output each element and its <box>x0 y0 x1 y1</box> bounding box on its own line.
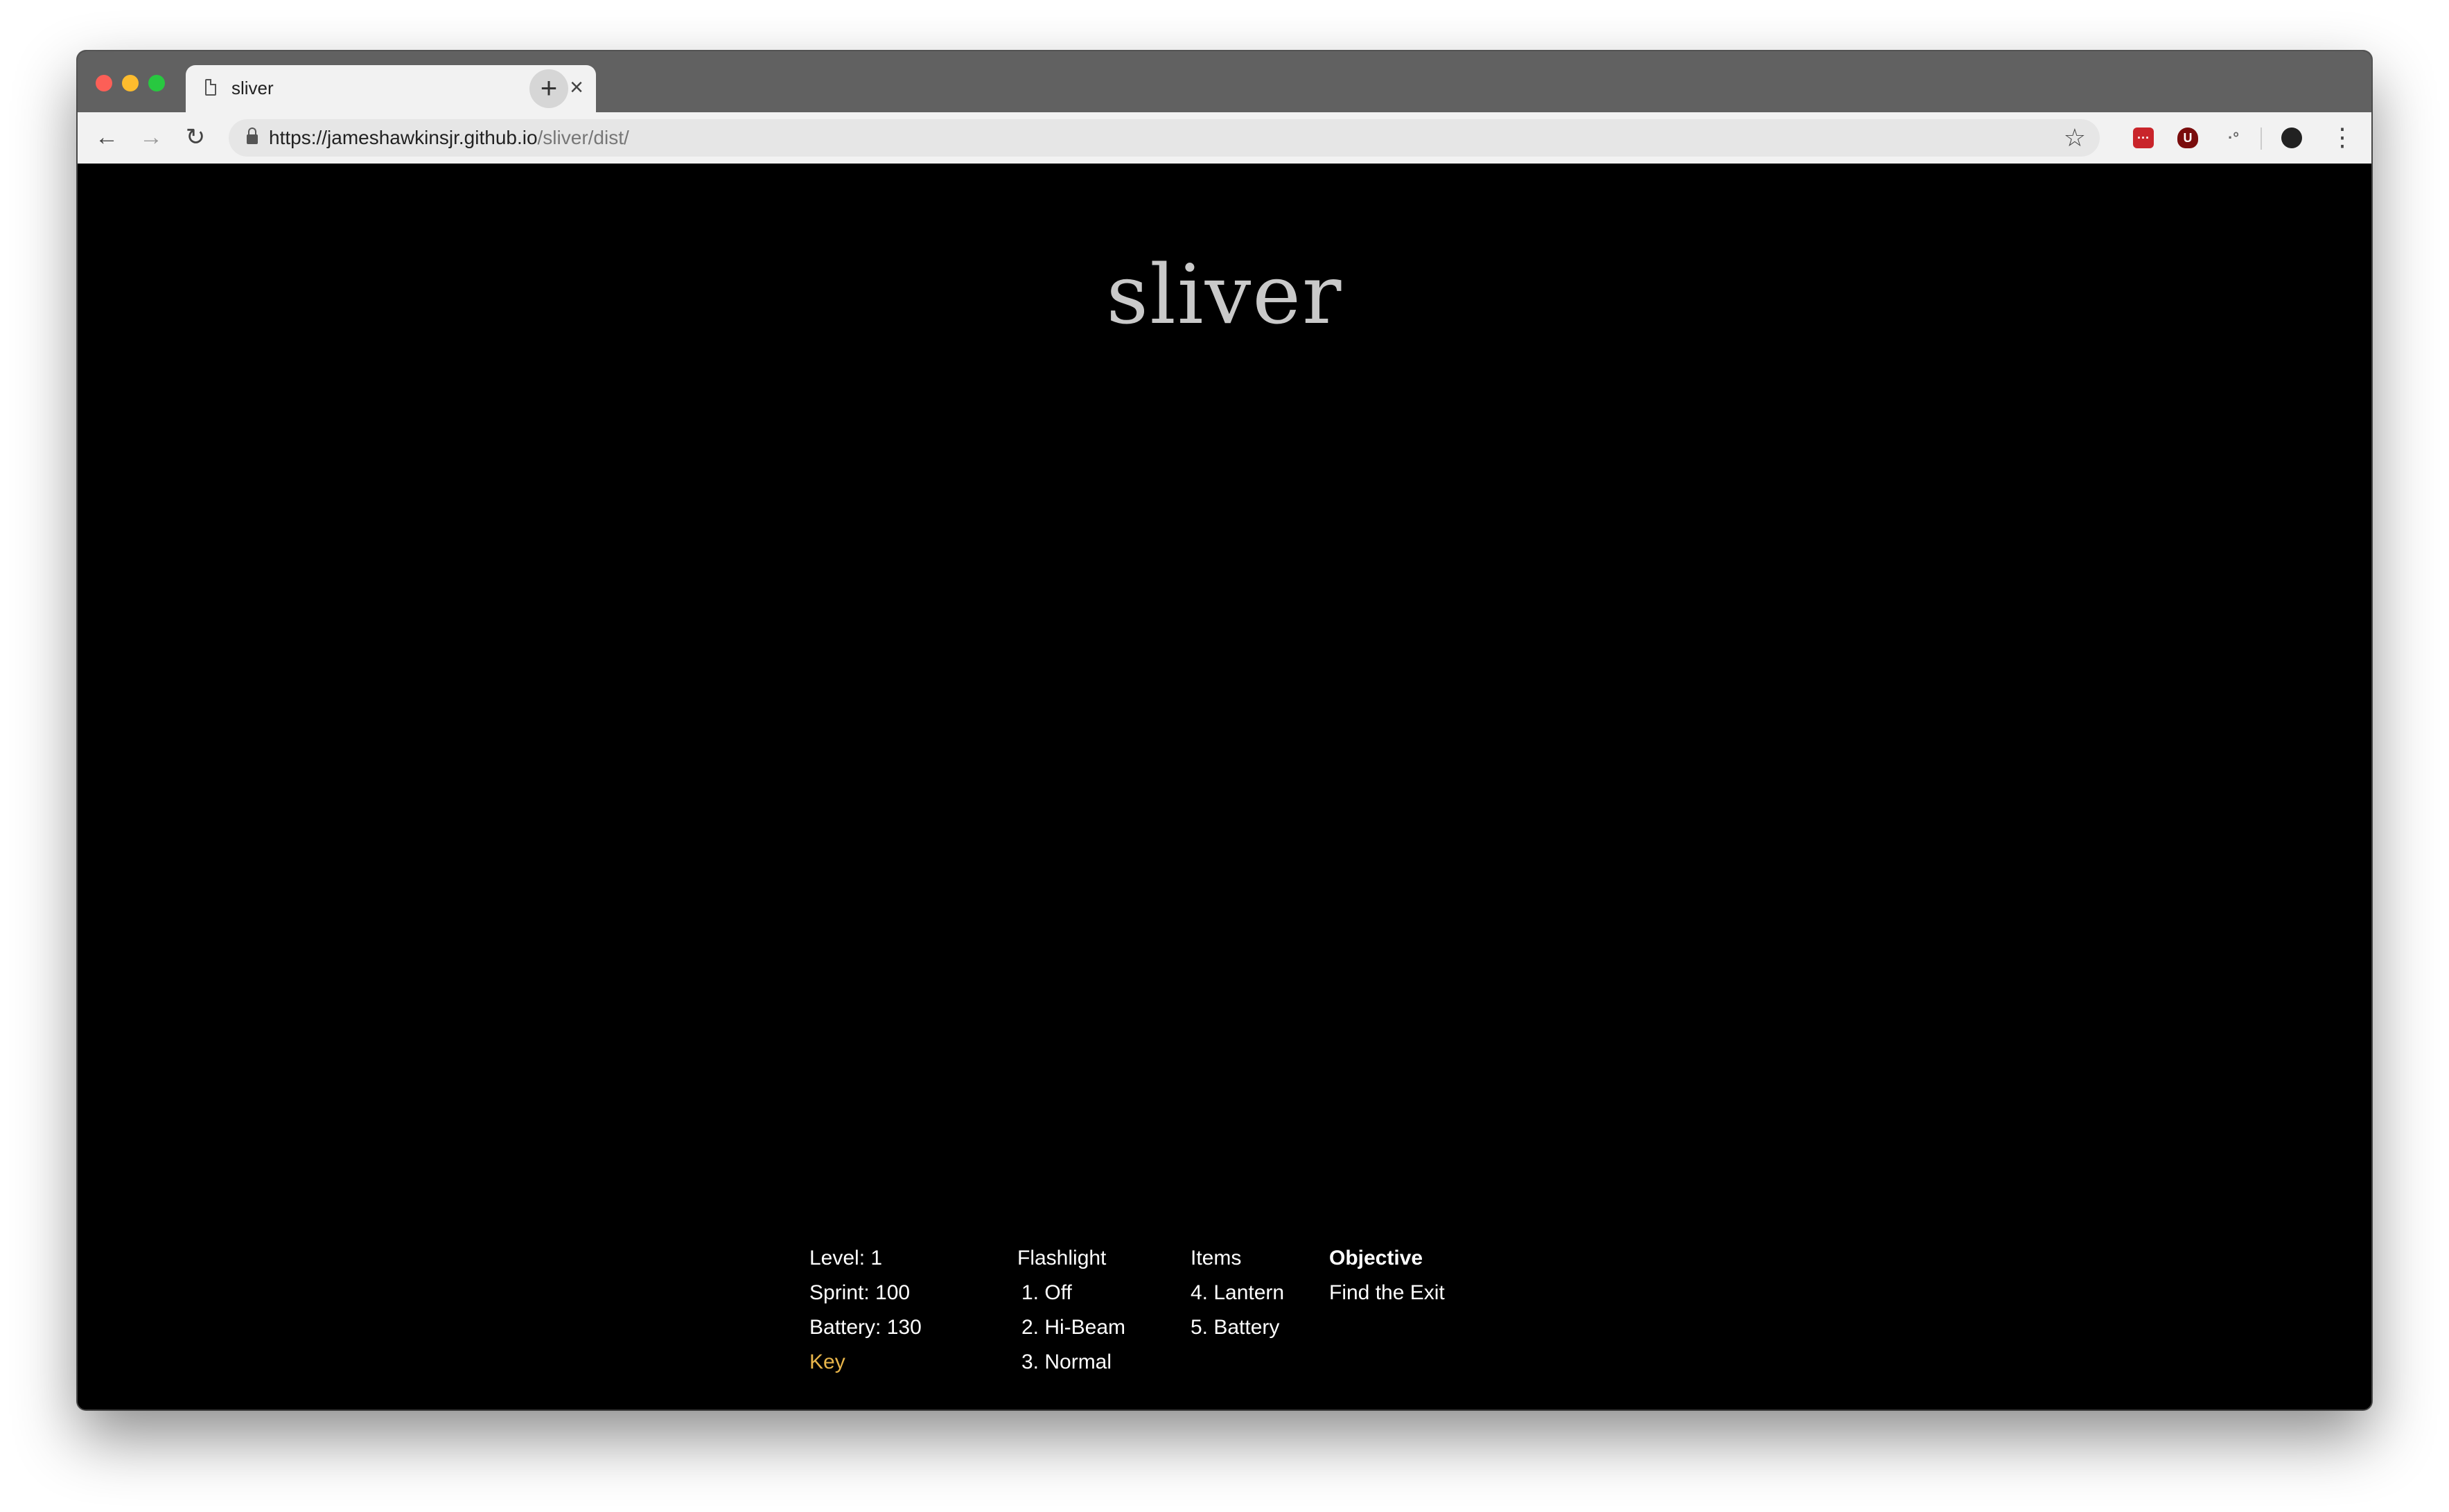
key-indicator: Key <box>809 1351 845 1373</box>
objective-panel: Objective Find the Exit <box>1329 1241 1445 1310</box>
flashlight-header: Flashlight <box>1017 1247 1107 1269</box>
flashlight-option-normal: 3. Normal <box>1021 1351 1112 1373</box>
sprint-label: Sprint: 100 <box>809 1281 911 1304</box>
objective-text: Find the Exit <box>1329 1281 1445 1304</box>
browser-window: sliver × + ← → ↻ https://jameshawkinsjr.… <box>78 51 2371 1409</box>
game-canvas[interactable] <box>563 371 1886 1293</box>
flashlight-option-hibeam: 2. Hi-Beam <box>1021 1316 1126 1339</box>
page-icon <box>205 79 216 96</box>
lock-icon[interactable] <box>247 128 258 144</box>
flashlight-option-off: 1. Off <box>1021 1281 1072 1304</box>
url-text[interactable]: https://jameshawkinsjr.github.io/sliver/… <box>269 127 629 149</box>
extension-icon[interactable]: ·° <box>2223 128 2244 148</box>
back-arrow-icon[interactable]: ← <box>91 122 122 152</box>
ublock-extension-icon[interactable]: U <box>2177 128 2198 148</box>
maximize-window-icon[interactable] <box>148 75 165 91</box>
url-domain: https://jameshawkinsjr.github.io <box>269 127 538 148</box>
items-panel: Items 4. Lantern 5. Battery <box>1191 1241 1284 1345</box>
lastpass-extension-icon[interactable]: ··· <box>2133 128 2154 148</box>
url-path: /sliver/dist/ <box>537 127 629 148</box>
item-lantern: 4. Lantern <box>1191 1281 1285 1304</box>
menu-dots-icon[interactable]: ⋮ <box>2330 122 2355 152</box>
close-window-icon[interactable] <box>96 75 112 91</box>
new-tab-button[interactable]: + <box>529 69 568 108</box>
toolbar: ← → ↻ https://jameshawkinsjr.github.io/s… <box>78 112 2371 164</box>
forward-arrow-icon[interactable]: → <box>136 122 166 152</box>
bookmark-star-icon[interactable]: ☆ <box>2064 123 2086 152</box>
item-battery: 5. Battery <box>1191 1316 1280 1339</box>
objective-header: Objective <box>1329 1247 1423 1269</box>
tab-title: sliver <box>231 78 274 98</box>
profile-avatar-icon[interactable] <box>2281 128 2302 148</box>
tab-close-icon[interactable]: × <box>570 73 583 101</box>
flashlight-panel: Flashlight 1. Off 2. Hi-Beam 3. Normal <box>1017 1241 1125 1380</box>
address-bar[interactable]: https://jameshawkinsjr.github.io/sliver/… <box>229 119 2100 157</box>
minimize-window-icon[interactable] <box>122 75 139 91</box>
flashlight-beam <box>819 613 1138 1088</box>
level-label: Level: 1 <box>809 1247 883 1269</box>
game-title: sliver <box>1106 247 1343 342</box>
status-panel: Level: 1 Sprint: 100 Battery: 130 Key <box>809 1241 922 1380</box>
tab-strip: sliver × + <box>78 51 2371 112</box>
game-page: sliver Level: 1 Sprint: 100 Battery: 130… <box>78 164 2371 1409</box>
items-header: Items <box>1191 1247 1242 1269</box>
toolbar-divider <box>2261 128 2262 150</box>
battery-label: Battery: 130 <box>809 1316 922 1339</box>
reload-icon[interactable]: ↻ <box>180 122 211 152</box>
